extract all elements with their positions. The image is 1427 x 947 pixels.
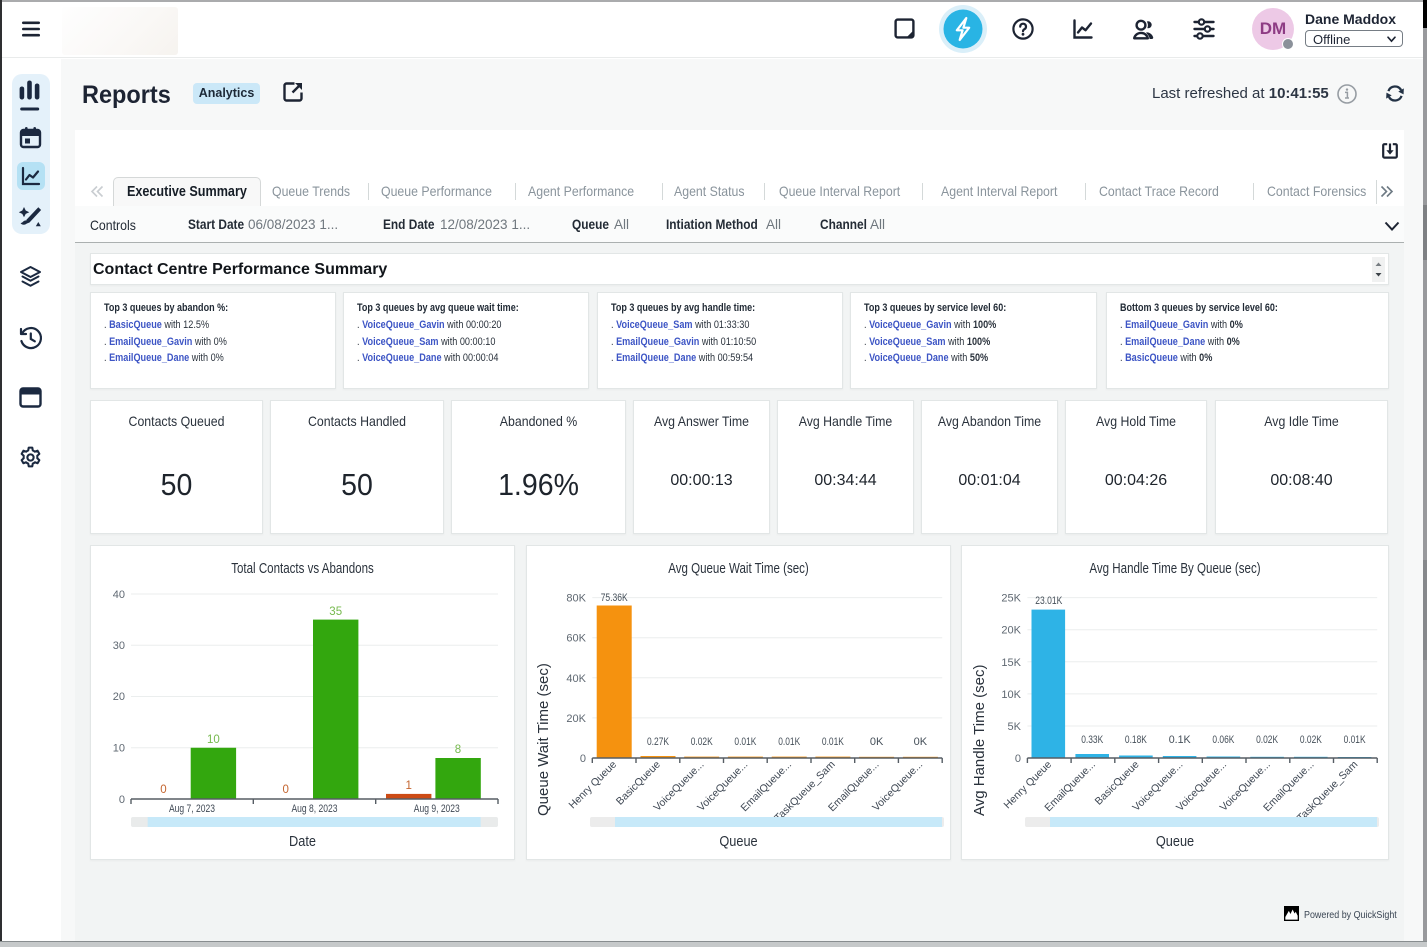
svg-text:0.02K: 0.02K — [1256, 734, 1279, 746]
svg-text:0.01K: 0.01K — [822, 736, 845, 748]
svg-text:25K: 25K — [1001, 593, 1021, 605]
svg-text:Aug 7, 2023: Aug 7, 2023 — [169, 803, 215, 815]
svg-text:0.18K: 0.18K — [1125, 734, 1148, 746]
svg-text:35: 35 — [329, 606, 342, 618]
svg-text:5K: 5K — [1008, 721, 1022, 733]
svg-text:0: 0 — [160, 784, 166, 796]
svg-text:23.01K: 23.01K — [1035, 595, 1063, 607]
svg-text:Avg Handle Time (sec): Avg Handle Time (sec) — [971, 665, 988, 816]
svg-text:Aug 9, 2023: Aug 9, 2023 — [414, 803, 460, 815]
svg-text:0: 0 — [282, 784, 288, 796]
svg-text:10K: 10K — [1001, 689, 1021, 701]
svg-text:0: 0 — [119, 794, 125, 806]
svg-text:20K: 20K — [566, 713, 586, 725]
svg-text:0.01K: 0.01K — [778, 736, 801, 748]
svg-text:15K: 15K — [1001, 657, 1021, 669]
svg-text:20: 20 — [113, 691, 125, 703]
svg-text:0.02K: 0.02K — [691, 736, 714, 748]
svg-text:0: 0 — [1015, 753, 1021, 765]
svg-text:60K: 60K — [566, 633, 586, 645]
svg-text:8: 8 — [455, 744, 461, 756]
svg-text:30: 30 — [113, 640, 125, 652]
svg-text:0.27K: 0.27K — [647, 736, 670, 748]
svg-text:0K: 0K — [870, 736, 884, 748]
svg-text:0.01K: 0.01K — [734, 736, 757, 748]
svg-text:10: 10 — [207, 734, 220, 746]
svg-text:80K: 80K — [566, 593, 586, 605]
svg-text:Queue Wait Time (sec): Queue Wait Time (sec) — [535, 663, 552, 816]
svg-text:20K: 20K — [1001, 625, 1021, 637]
svg-text:0.02K: 0.02K — [1300, 734, 1323, 746]
svg-text:0.1K: 0.1K — [1169, 734, 1192, 746]
svg-text:0: 0 — [580, 753, 586, 765]
svg-text:75.36K: 75.36K — [601, 592, 629, 604]
svg-text:10: 10 — [113, 743, 125, 755]
svg-text:0K: 0K — [914, 736, 928, 748]
svg-text:Henry Queue: Henry Queue — [566, 759, 619, 812]
svg-text:1: 1 — [405, 780, 411, 792]
svg-text:0.33K: 0.33K — [1081, 734, 1104, 746]
svg-text:40K: 40K — [566, 673, 586, 685]
svg-text:Aug 8, 2023: Aug 8, 2023 — [292, 803, 338, 815]
svg-text:0.06K: 0.06K — [1212, 734, 1235, 746]
svg-text:0.01K: 0.01K — [1344, 734, 1367, 746]
svg-text:40: 40 — [113, 589, 125, 601]
